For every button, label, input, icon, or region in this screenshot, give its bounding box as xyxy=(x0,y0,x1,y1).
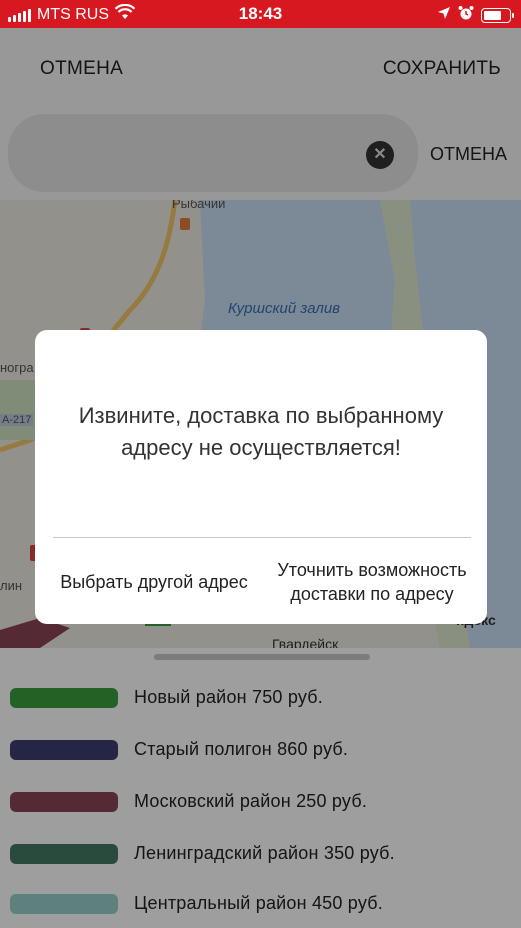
location-arrow-icon xyxy=(437,6,451,25)
alarm-icon xyxy=(458,5,474,26)
dialog-message: Извините, доставка по выбранному адресу … xyxy=(78,403,444,460)
clarify-delivery-button[interactable]: Уточнить возможность доставки по адресу xyxy=(261,558,483,606)
choose-other-address-button[interactable]: Выбрать другой адрес xyxy=(43,570,265,594)
dialog-divider xyxy=(53,537,471,538)
alert-dialog: Извините, доставка по выбранному адресу … xyxy=(35,330,487,624)
status-bar-right xyxy=(437,5,514,26)
battery-icon xyxy=(481,8,514,23)
status-bar: MTS RUS 18:43 xyxy=(0,0,521,28)
